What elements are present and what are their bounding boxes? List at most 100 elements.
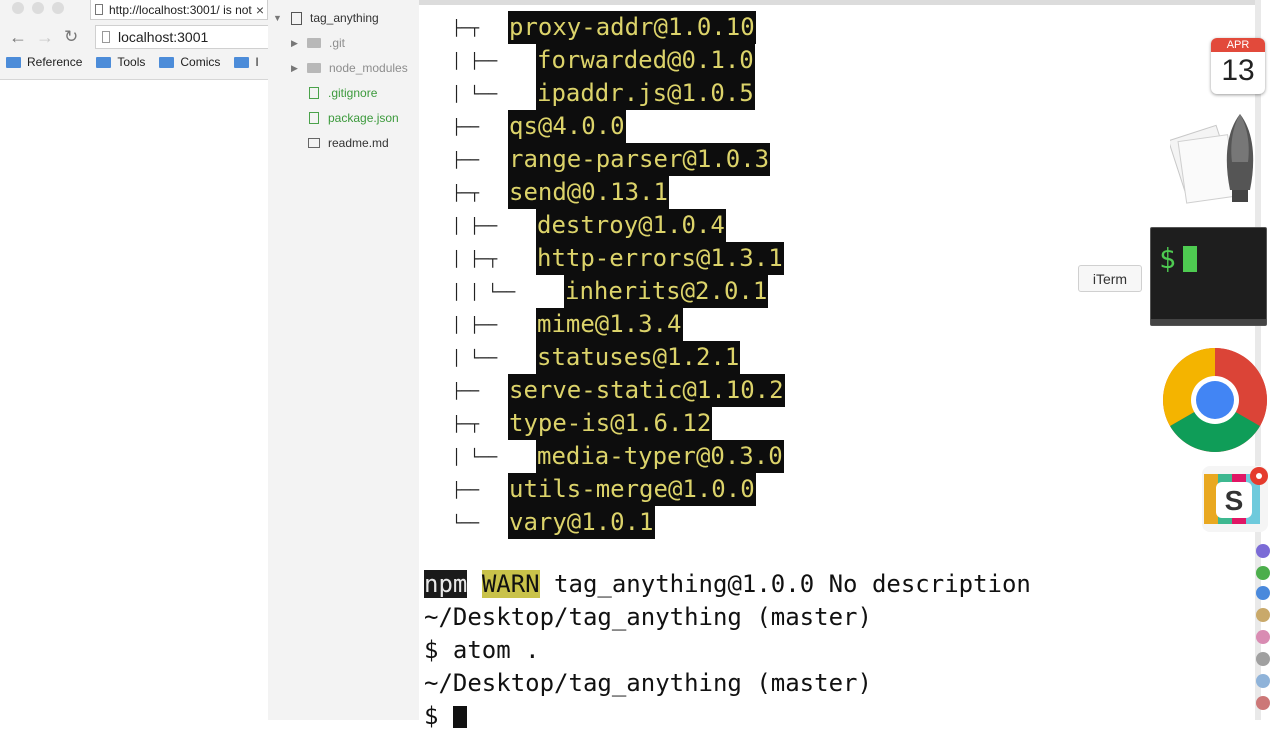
bookmark-folder-comics[interactable]: Comics bbox=[159, 55, 220, 69]
tree-branch-prefix: ├── bbox=[452, 117, 480, 136]
tree-line: │ └── statuses@1.2.1 bbox=[452, 341, 741, 374]
window-minimize-button[interactable] bbox=[32, 2, 44, 14]
app-icon[interactable] bbox=[1256, 652, 1270, 666]
browser-window: http://localhost:3001/ is not × ← → ↻ lo… bbox=[0, 0, 269, 720]
slack-letter: S bbox=[1225, 485, 1244, 516]
file-added-icon bbox=[309, 87, 319, 99]
package-name: qs@4.0.0 bbox=[508, 110, 626, 143]
prompt-symbol: $ bbox=[424, 702, 453, 730]
iterm-prompt: $ bbox=[1159, 242, 1176, 275]
page-info-icon bbox=[102, 31, 110, 43]
page-icon bbox=[95, 4, 103, 15]
window-close-button[interactable] bbox=[12, 2, 24, 14]
package-name: inherits@2.0.1 bbox=[564, 275, 769, 308]
warn-label: WARN bbox=[481, 570, 540, 598]
tree-line: │ ├── forwarded@0.1.0 bbox=[452, 44, 755, 77]
iterm-window-bar bbox=[1151, 319, 1266, 325]
chrome-app-icon[interactable] bbox=[1163, 348, 1267, 452]
tab-title: http://localhost:3001/ is not bbox=[109, 2, 252, 17]
tree-line: ├─┬ type-is@1.6.12 bbox=[452, 407, 713, 440]
app-icon[interactable] bbox=[1256, 696, 1270, 710]
window-zoom-button[interactable] bbox=[52, 2, 64, 14]
package-name: http-errors@1.3.1 bbox=[536, 242, 784, 275]
package-name: ipaddr.js@1.0.5 bbox=[536, 77, 755, 110]
cwd-line: ~/Desktop/tag_anything (master) bbox=[424, 603, 872, 631]
tree-line: │ └── media-typer@0.3.0 bbox=[452, 440, 784, 473]
tree-branch-prefix: │ └── bbox=[452, 348, 498, 367]
cwd-line: ~/Desktop/tag_anything (master) bbox=[424, 669, 872, 697]
tree-item-node-modules[interactable]: ▶ node_modules bbox=[268, 58, 419, 78]
folder-icon bbox=[96, 56, 112, 68]
bookmark-folder-more[interactable]: I bbox=[234, 55, 259, 69]
chevron-down-icon: ▼ bbox=[273, 13, 282, 23]
tree-branch-prefix: │ ├─┬ bbox=[452, 249, 498, 268]
tree-branch-prefix: │ └── bbox=[452, 84, 498, 103]
folder-icon bbox=[159, 56, 175, 68]
tree-branch-prefix: └── bbox=[452, 513, 480, 532]
prompt-line[interactable]: $ bbox=[424, 700, 467, 733]
tree-line: └── vary@1.0.1 bbox=[452, 506, 655, 539]
package-name: media-typer@0.3.0 bbox=[536, 440, 784, 473]
file-added-icon bbox=[309, 112, 319, 124]
tree-root[interactable]: ▼ tag_anything bbox=[268, 8, 419, 28]
package-name: proxy-addr@1.0.10 bbox=[508, 11, 756, 44]
tree-line: ├─┬ send@0.13.1 bbox=[452, 176, 669, 209]
iterm-app-icon[interactable]: $ bbox=[1150, 227, 1267, 326]
tree-line: ├── utils-merge@1.0.0 bbox=[452, 473, 756, 506]
address-text: localhost:3001 bbox=[118, 29, 209, 45]
itunes-icon[interactable] bbox=[1256, 544, 1270, 558]
tree-item-git[interactable]: ▶ .git bbox=[268, 33, 419, 53]
tree-branch-prefix: ├─┬ bbox=[452, 183, 480, 202]
package-name: vary@1.0.1 bbox=[508, 506, 655, 539]
npm-label: npm bbox=[424, 570, 468, 598]
tree-branch-prefix: ├── bbox=[452, 480, 480, 499]
package-name: range-parser@1.0.3 bbox=[508, 143, 771, 176]
tree-item-readme[interactable]: readme.md bbox=[268, 133, 419, 153]
package-name: forwarded@0.1.0 bbox=[536, 44, 755, 77]
tree-line: │ ├─┬ http-errors@1.3.1 bbox=[452, 242, 784, 275]
command-line: $ atom . bbox=[424, 636, 540, 664]
browser-toolbar: http://localhost:3001/ is not × ← → ↻ lo… bbox=[0, 0, 268, 80]
app-icon[interactable] bbox=[1256, 630, 1270, 644]
folder-icon bbox=[307, 63, 321, 73]
back-arrow-icon[interactable]: ← bbox=[9, 27, 27, 48]
tree-branch-prefix: ├─┬ bbox=[452, 414, 480, 433]
calendar-month: APR bbox=[1211, 38, 1265, 52]
tree-branch-prefix: │ ├── bbox=[452, 51, 498, 70]
iterm-tooltip: iTerm bbox=[1078, 265, 1142, 292]
package-name: type-is@1.6.12 bbox=[508, 407, 713, 440]
browser-tab[interactable]: http://localhost:3001/ is not × bbox=[90, 0, 268, 20]
repo-icon bbox=[291, 11, 302, 25]
forward-arrow-icon[interactable]: → bbox=[36, 27, 54, 48]
chevron-right-icon: ▶ bbox=[291, 62, 298, 73]
package-name: send@0.13.1 bbox=[508, 176, 669, 209]
tree-line: │ └── ipaddr.js@1.0.5 bbox=[452, 77, 755, 110]
app-icon[interactable] bbox=[1256, 674, 1270, 688]
safari-icon[interactable] bbox=[1256, 586, 1270, 600]
tree-line: ├── qs@4.0.0 bbox=[452, 110, 626, 143]
tree-line: │ │ └── inherits@2.0.1 bbox=[452, 275, 769, 308]
calendar-app-icon[interactable]: APR 13 bbox=[1211, 38, 1265, 94]
app-icon[interactable] bbox=[1256, 608, 1270, 622]
launchpad-rocket-icon[interactable] bbox=[1170, 110, 1262, 210]
package-name: mime@1.3.4 bbox=[536, 308, 683, 341]
slack-app-icon[interactable]: S bbox=[1202, 466, 1268, 532]
tree-item-package-json[interactable]: package.json bbox=[268, 108, 419, 128]
chevron-right-icon: ▶ bbox=[291, 37, 298, 48]
tree-item-gitignore[interactable]: .gitignore bbox=[268, 83, 419, 103]
warn-text: tag_anything@1.0.0 No description bbox=[539, 570, 1031, 598]
bookmark-folder-reference[interactable]: Reference bbox=[6, 55, 82, 69]
address-bar[interactable]: localhost:3001 bbox=[95, 25, 268, 49]
tree-branch-prefix: ├── bbox=[452, 381, 480, 400]
package-name: statuses@1.2.1 bbox=[536, 341, 741, 374]
tree-line: ├─┬ proxy-addr@1.0.10 bbox=[452, 11, 756, 44]
messages-icon[interactable] bbox=[1256, 566, 1270, 580]
reload-icon[interactable]: ↻ bbox=[64, 27, 78, 47]
bookmark-folder-tools[interactable]: Tools bbox=[96, 55, 145, 69]
package-name: utils-merge@1.0.0 bbox=[508, 473, 756, 506]
book-icon bbox=[308, 138, 320, 148]
bookmarks-bar: Reference Tools Comics I bbox=[6, 55, 259, 69]
terminal-window[interactable]: npm WARN tag_anything@1.0.0 No descripti… bbox=[419, 0, 1255, 730]
tab-close-icon[interactable]: × bbox=[253, 2, 267, 18]
tree-branch-prefix: │ │ └── bbox=[452, 282, 516, 301]
